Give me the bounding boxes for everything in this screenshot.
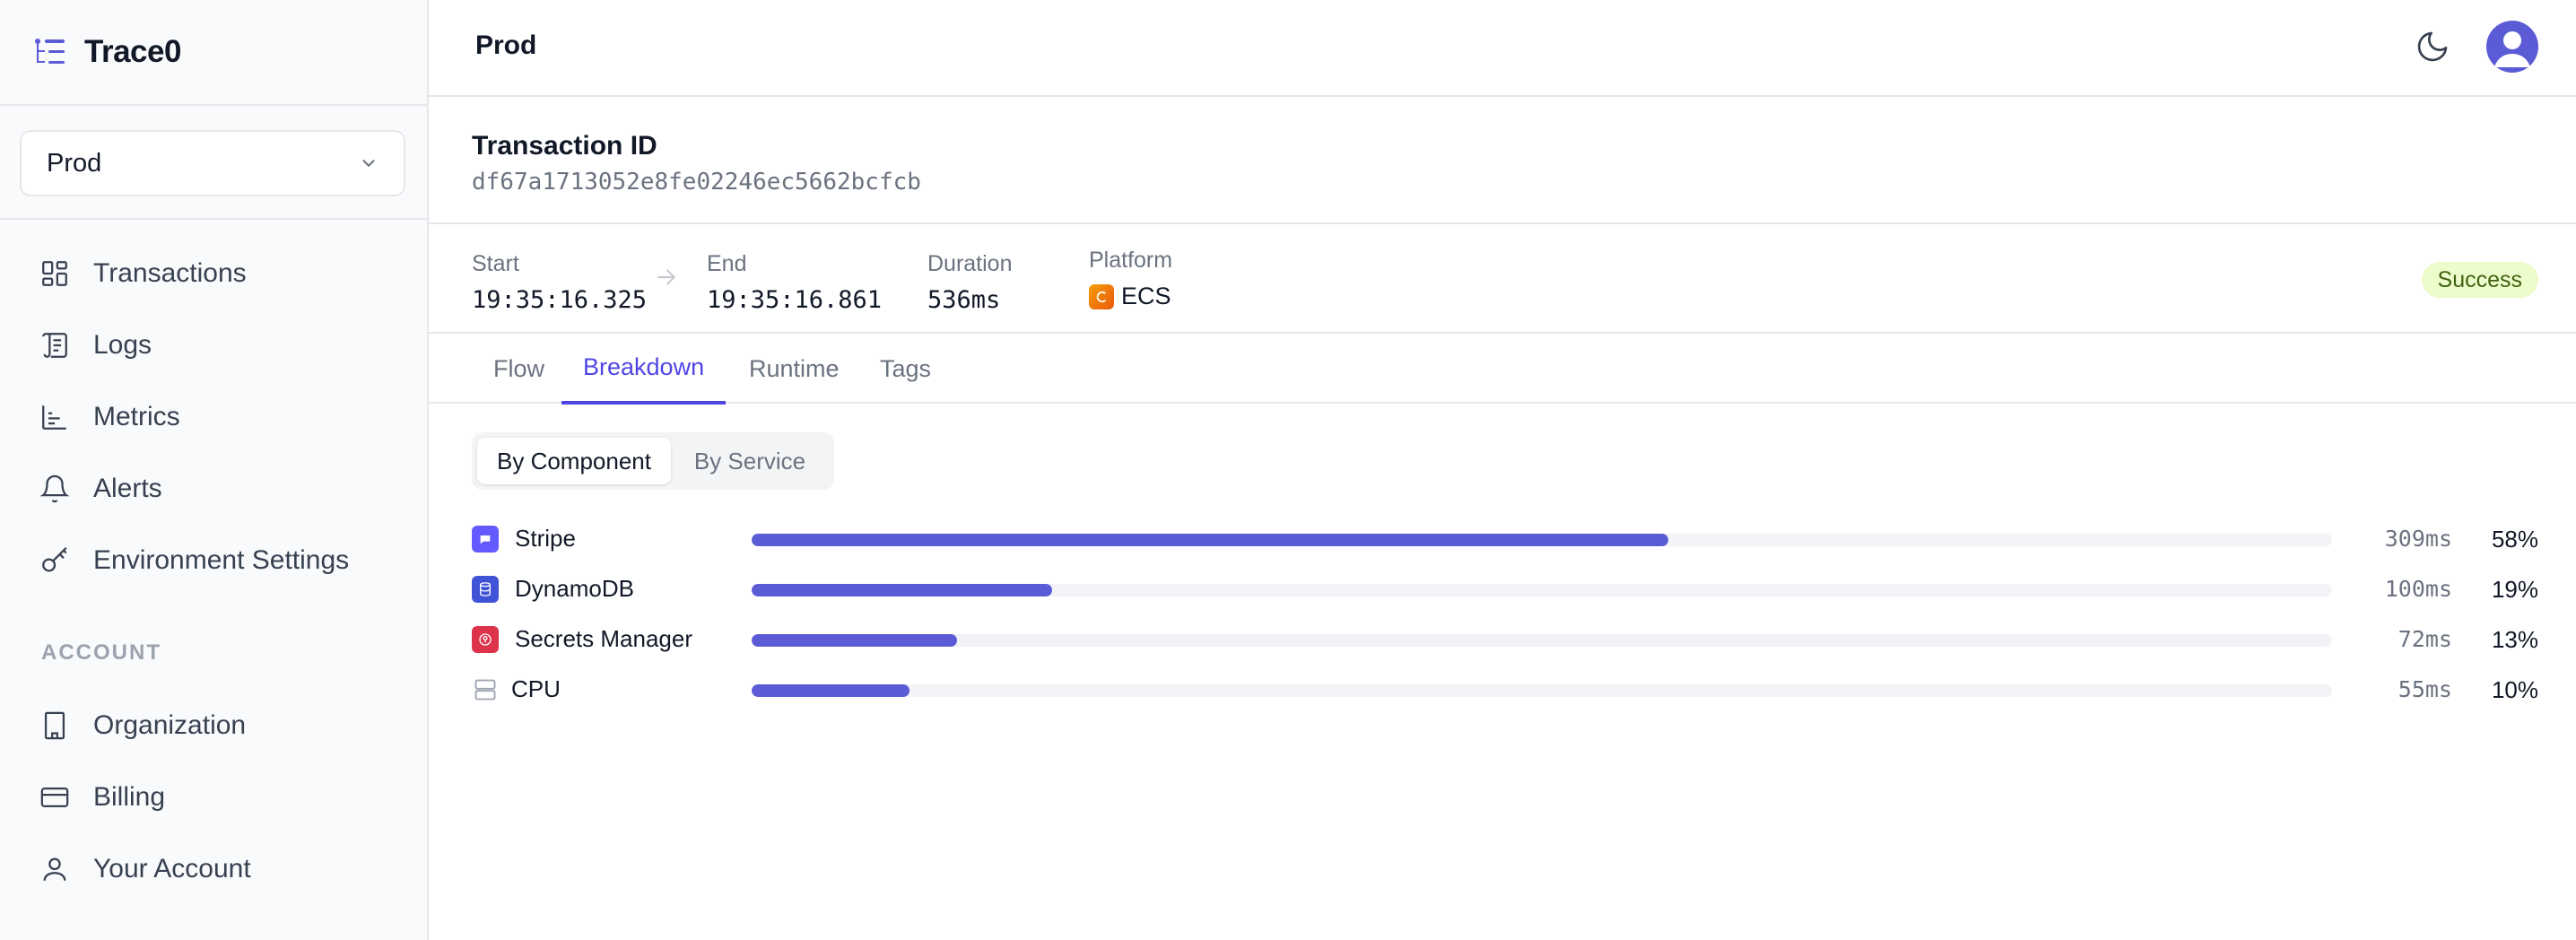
arrow-right-icon bbox=[657, 269, 675, 285]
by-service-button[interactable]: By Service bbox=[671, 438, 829, 484]
page-title: Prod bbox=[475, 30, 537, 60]
trace-logo-icon bbox=[35, 39, 65, 64]
duration-block: Duration 536ms bbox=[927, 251, 1013, 314]
status-badge: Success bbox=[2421, 262, 2538, 298]
breakdown-bar-track bbox=[752, 534, 2332, 546]
breakdown-bar-track bbox=[752, 684, 2332, 697]
sidebar-item-organization[interactable]: Organization bbox=[39, 704, 246, 747]
secrets-manager-icon bbox=[472, 626, 499, 653]
sidebar-item-transactions[interactable]: Transactions bbox=[39, 252, 247, 295]
breakdown-bar-fill bbox=[752, 684, 910, 697]
transaction-title: Transaction ID bbox=[472, 131, 657, 161]
breakdown-row-name: DynamoDB bbox=[515, 575, 634, 602]
transaction-id: df67a1713052e8fe02246ec5662bcfcb bbox=[472, 169, 921, 196]
stripe-icon bbox=[472, 526, 499, 553]
building-icon bbox=[44, 711, 65, 740]
divider bbox=[0, 104, 427, 106]
breakdown-row-duration: 55ms bbox=[2398, 676, 2452, 702]
bell-icon bbox=[39, 474, 70, 503]
by-component-button[interactable]: By Component bbox=[477, 438, 671, 484]
sidebar-item-label: Logs bbox=[93, 330, 152, 360]
sidebar-item-label: Transactions bbox=[93, 258, 247, 288]
breakdown-row-name: CPU bbox=[511, 675, 561, 702]
server-icon bbox=[472, 676, 499, 703]
breakdown-row-stripe[interactable]: Stripe 309ms 58% bbox=[472, 523, 2538, 555]
breakdown-row-percent: 10% bbox=[2491, 676, 2538, 703]
tab-runtime[interactable]: Runtime bbox=[749, 334, 840, 404]
breakdown-bar-fill bbox=[752, 634, 958, 647]
breakdown-bar-track bbox=[752, 634, 2332, 647]
chevron-down-icon bbox=[362, 160, 375, 167]
tab-breakdown[interactable]: Breakdown bbox=[561, 334, 727, 405]
end-label: End bbox=[707, 251, 747, 276]
environment-select[interactable]: Prod bbox=[20, 130, 405, 196]
transaction-meta: Start 19:35:16.325 End 19:35:16.861 Dura… bbox=[429, 224, 2576, 334]
start-value: 19:35:16.325 bbox=[472, 286, 648, 314]
breakdown-row-duration: 100ms bbox=[2384, 576, 2452, 602]
breakdown-row-name: Stripe bbox=[515, 525, 576, 552]
breakdown-bar-fill bbox=[752, 534, 1668, 546]
end-block: End 19:35:16.861 bbox=[707, 251, 882, 314]
breakdown-row-duration: 72ms bbox=[2398, 626, 2452, 652]
sidebar-item-metrics[interactable]: Metrics bbox=[39, 396, 180, 439]
sidebar-item-label: Metrics bbox=[93, 402, 180, 431]
tab-flow[interactable]: Flow bbox=[493, 334, 544, 404]
sidebar-item-label: Your Account bbox=[93, 854, 251, 883]
sidebar-item-alerts[interactable]: Alerts bbox=[39, 467, 162, 510]
breakdown-row-cpu[interactable]: CPU 55ms 10% bbox=[472, 674, 2538, 706]
dynamodb-icon bbox=[472, 576, 499, 603]
topbar: Prod bbox=[429, 0, 2576, 97]
breakdown-row-percent: 58% bbox=[2491, 526, 2538, 553]
platform-label: Platform bbox=[1089, 248, 1173, 273]
credit-card-icon bbox=[40, 787, 69, 808]
brand[interactable]: Trace0 bbox=[34, 32, 181, 72]
app-name: Trace0 bbox=[84, 34, 181, 69]
moon-icon[interactable] bbox=[2415, 29, 2450, 65]
end-value: 19:35:16.861 bbox=[707, 286, 883, 314]
key-icon bbox=[42, 547, 67, 572]
user-avatar-icon bbox=[2494, 31, 2530, 67]
start-label: Start bbox=[472, 251, 519, 276]
sidebar-item-label: Environment Settings bbox=[93, 545, 350, 575]
breakdown-row-dynamodb[interactable]: DynamoDB 100ms 19% bbox=[472, 573, 2538, 605]
avatar[interactable] bbox=[2486, 21, 2538, 73]
breakdown-bar-track bbox=[752, 584, 2332, 596]
sidebar: Trace0 Prod Transactions Logs Metrics Al… bbox=[0, 0, 429, 940]
sidebar-item-label: Organization bbox=[93, 710, 247, 740]
sidebar-item-your-account[interactable]: Your Account bbox=[39, 848, 251, 891]
sidebar-item-label: Alerts bbox=[93, 474, 162, 503]
tab-tags[interactable]: Tags bbox=[880, 334, 931, 404]
breakdown-mode-toggle: By Component By Service bbox=[472, 432, 834, 490]
breakdown-row-name: Secrets Manager bbox=[515, 625, 692, 652]
transaction-header: Transaction ID df67a1713052e8fe02246ec56… bbox=[429, 97, 2576, 224]
breakdown-row-percent: 13% bbox=[2491, 626, 2538, 653]
sidebar-item-logs[interactable]: Logs bbox=[39, 324, 152, 367]
scroll-icon bbox=[42, 333, 67, 358]
breakdown-row-percent: 19% bbox=[2491, 576, 2538, 603]
platform-block: Platform ECS bbox=[1089, 248, 1172, 310]
breakdown-row-secrets-manager[interactable]: Secrets Manager 72ms 13% bbox=[472, 623, 2538, 656]
duration-value: 536ms bbox=[927, 286, 1001, 314]
environment-select-value: Prod bbox=[47, 148, 102, 178]
tab-bar: Flow Breakdown Runtime Tags bbox=[429, 334, 2576, 405]
sidebar-item-environment-settings[interactable]: Environment Settings bbox=[39, 539, 349, 582]
sidebar-item-billing[interactable]: Billing bbox=[39, 776, 165, 819]
divider bbox=[0, 218, 427, 220]
platform-value: ECS bbox=[1121, 283, 1171, 309]
start-block: Start 19:35:16.325 bbox=[472, 251, 647, 314]
ecs-icon bbox=[1089, 283, 1114, 309]
bar-chart-icon bbox=[42, 405, 66, 430]
duration-label: Duration bbox=[927, 251, 1013, 276]
account-section-title: ACCOUNT bbox=[41, 640, 161, 665]
breakdown-row-duration: 309ms bbox=[2384, 526, 2452, 552]
sidebar-item-label: Billing bbox=[93, 782, 166, 812]
breakdown-bar-fill bbox=[752, 584, 1052, 596]
grid-icon bbox=[42, 261, 67, 286]
user-icon bbox=[43, 857, 66, 881]
